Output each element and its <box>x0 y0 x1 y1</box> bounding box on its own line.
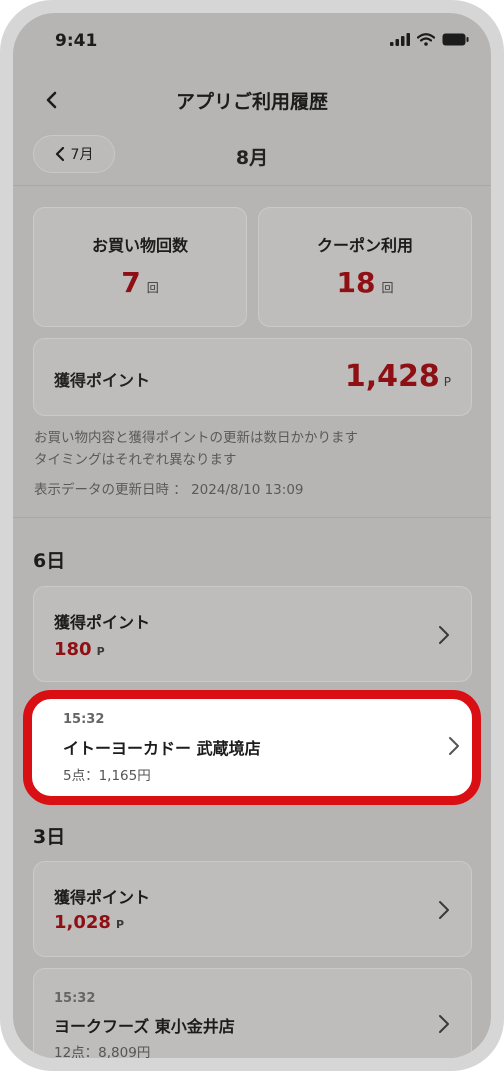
purchase-store: ヨークフーズ 東小金井店 <box>54 1017 235 1036</box>
status-time: 9:41 <box>55 31 98 51</box>
note-line-2: タイミングはそれぞれ異なります <box>34 452 237 468</box>
purchase-store: イトーヨーカドー 武蔵境店 <box>63 739 261 758</box>
day-heading: 3日 <box>33 826 66 848</box>
phone-frame: 9:41 アプリご利用履歴 7月 8月 お買い物回数 7 回 クーポン利用 18… <box>0 0 504 1071</box>
purchase-detail: 12点：8,809円 <box>54 1045 151 1058</box>
coupon-usage-card: クーポン利用 18 回 <box>258 207 472 327</box>
coupon-usage-value: 18 回 <box>336 266 394 299</box>
coupon-usage-label: クーポン利用 <box>316 236 413 255</box>
page-title: アプリご利用履歴 <box>175 91 328 113</box>
points-card: 獲得ポイント 1,428 P <box>33 338 472 416</box>
points-label: 獲得ポイント <box>54 371 151 390</box>
points-row-label: 獲得ポイント <box>54 613 151 632</box>
points-row-value: 1,028 P <box>54 912 124 933</box>
shopping-count-value: 7回 <box>121 266 159 299</box>
divider <box>13 185 491 186</box>
points-row-label: 獲得ポイント <box>54 888 151 907</box>
day-heading: 6日 <box>33 550 66 572</box>
screen: 9:41 アプリご利用履歴 7月 8月 お買い物回数 7 回 クーポン利用 18… <box>13 13 491 1058</box>
shopping-count-label: お買い物回数 <box>91 236 188 255</box>
header: アプリご利用履歴 <box>13 75 491 125</box>
shopping-count-card: お買い物回数 7回 <box>33 207 247 327</box>
current-month: 8月 <box>235 147 269 169</box>
chevron-right-icon <box>449 737 459 755</box>
chevron-right-icon <box>439 626 449 644</box>
divider <box>13 517 491 518</box>
month-nav: 7月 8月 <box>13 131 491 183</box>
status-bar: 9:41 <box>13 13 491 69</box>
points-row-value: 180 P <box>54 639 105 660</box>
purchase-time: 15:32 <box>54 991 96 1006</box>
updated-timestamp: 表示データの更新日時 ： 2024/8/10 13:09 <box>34 482 304 498</box>
highlighted-purchase-row[interactable]: 15:32 イトーヨーカドー 武蔵境店 5点：1,165円 <box>23 690 481 805</box>
signal-icon <box>390 33 410 46</box>
points-row[interactable]: 獲得ポイント 180 P <box>33 586 472 682</box>
chevron-right-icon <box>439 1015 449 1033</box>
chevron-right-icon <box>439 901 449 919</box>
note-line-1: お買い物内容と獲得ポイントの更新は数日かかります <box>34 430 358 446</box>
status-icons <box>390 33 469 46</box>
points-row[interactable]: 獲得ポイント 1,028 P <box>33 861 472 957</box>
purchase-time: 15:32 <box>63 712 105 727</box>
notes: お買い物内容と獲得ポイントの更新は数日かかります タイミングはそれぞれ異なります <box>34 427 358 471</box>
purchase-detail: 5点：1,165円 <box>63 768 151 784</box>
purchase-row[interactable]: 15:32 ヨークフーズ 東小金井店 12点：8,809円 <box>33 968 472 1058</box>
points-value: 1,428 P <box>344 359 451 394</box>
wifi-icon <box>417 33 435 46</box>
battery-icon <box>442 33 469 46</box>
